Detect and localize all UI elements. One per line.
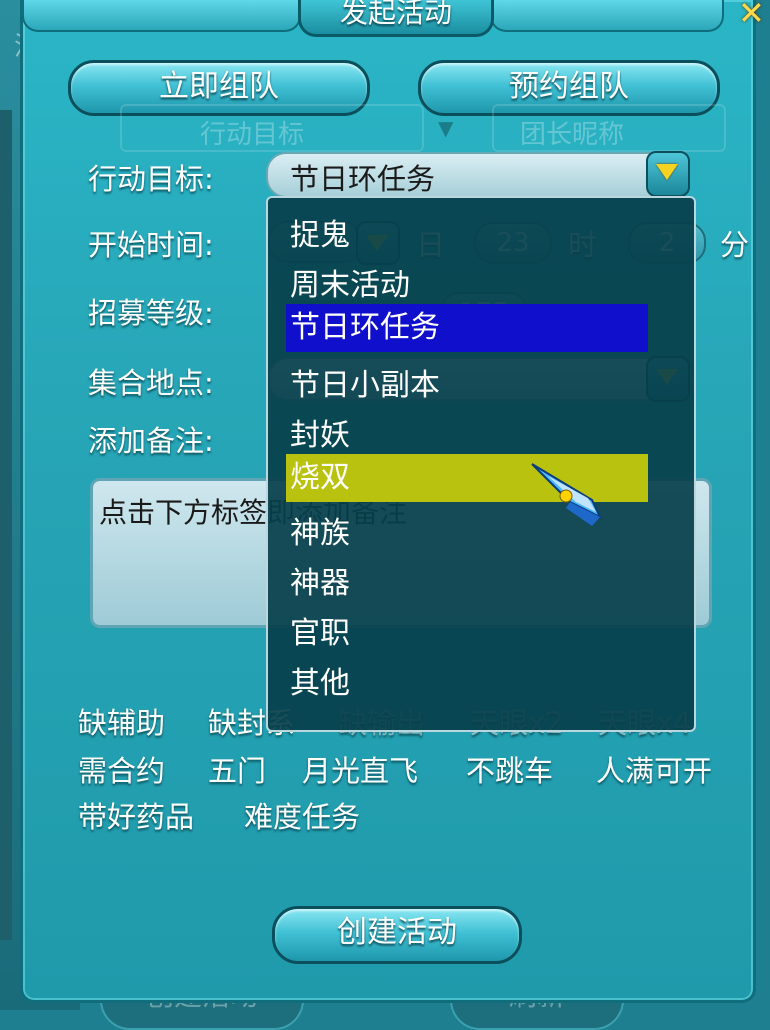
dropdown-item[interactable]: 官职	[290, 608, 350, 652]
tag-moonlight-fly[interactable]: 月光直飞	[302, 748, 418, 790]
dropdown-item[interactable]: 捉鬼	[290, 210, 350, 254]
target-select-value: 节日环任务	[290, 162, 436, 196]
tag-need-support[interactable]: 缺辅助	[78, 700, 165, 742]
location-label: 集合地点:	[88, 366, 214, 400]
chevron-down-icon	[656, 164, 678, 180]
target-select[interactable]: 节日环任务	[266, 152, 690, 198]
tag-hard-quest[interactable]: 难度任务	[244, 794, 360, 836]
minute-unit: 分	[720, 228, 750, 262]
create-activity-button[interactable]: 创建活动	[272, 906, 522, 964]
dropdown-item[interactable]: 神器	[290, 558, 350, 602]
dropdown-item-selected[interactable]: 节日环任务	[286, 304, 648, 352]
dropdown-item[interactable]: 节日小副本	[290, 360, 440, 404]
target-label: 行动目标:	[88, 162, 214, 196]
tag-five-gates[interactable]: 五门	[208, 748, 266, 790]
dropdown-item[interactable]: 封妖	[290, 410, 350, 454]
dialog-title: 发起活动	[298, 0, 494, 37]
background-list-header: 行动目标 ▼ 团长昵称	[120, 104, 770, 152]
tag-bring-potions[interactable]: 带好药品	[78, 794, 194, 836]
title-bar-right	[490, 0, 724, 32]
target-dropdown-button[interactable]	[646, 151, 690, 197]
dropdown-item[interactable]: 其他	[290, 658, 350, 702]
background-header-target: 行动目标	[200, 120, 305, 150]
target-dropdown-list: 捉鬼 周末活动 节日环任务 节日小副本 封妖 烧双 神族 神器 官职 其他	[266, 196, 696, 732]
tag-no-skip[interactable]: 不跳车	[466, 748, 553, 790]
dropdown-item[interactable]: 周末活动	[290, 260, 410, 304]
title-bar-left	[22, 0, 301, 32]
dropdown-item[interactable]: 神族	[290, 508, 350, 552]
note-label: 添加备注:	[88, 424, 214, 458]
start-time-label: 开始时间:	[88, 228, 214, 262]
feather-cursor-icon	[530, 462, 610, 532]
chevron-down-icon: ▼	[438, 116, 454, 140]
level-label: 招募等级:	[88, 296, 214, 330]
close-icon[interactable]: ✕	[738, 0, 768, 29]
tag-start-when-full[interactable]: 人满可开	[596, 748, 712, 790]
background-header-leader: 团长昵称	[520, 120, 625, 150]
tag-need-contract[interactable]: 需合约	[78, 748, 165, 790]
background-strip	[0, 110, 12, 940]
